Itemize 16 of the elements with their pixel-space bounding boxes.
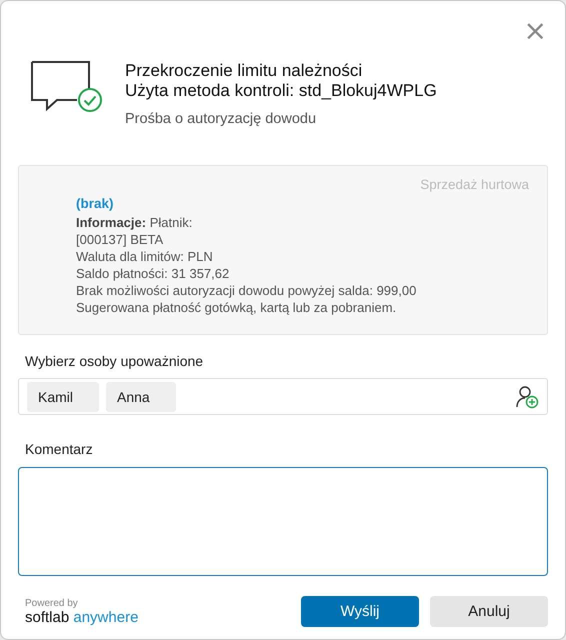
info-text: Informacje: Płatnik: [000137] BETA Waluta dla limitów: PLN Saldo płatności: 31 357,62 Brak możliwości autoryzacji dowodu powyżej salda: 999,00 Sugerowana płatność gotówką, kartą lub za pobraniem.: [76, 214, 418, 316]
powered-by-text: Powered by: [25, 598, 79, 608]
chat-check-icon: [31, 61, 103, 113]
person-chip[interactable]: Kamil: [27, 382, 100, 412]
dialog-subtitle: Prośba o autoryzację dowodu: [125, 111, 318, 127]
cancel-button[interactable]: Anuluj: [430, 596, 548, 627]
approvers-field[interactable]: Kamil Anna: [18, 378, 548, 415]
brand-logo: softlab anywhere: [25, 608, 138, 626]
add-person-icon[interactable]: [515, 384, 539, 408]
send-button[interactable]: Wyślij: [301, 596, 419, 627]
person-chip[interactable]: Anna: [106, 382, 176, 412]
dialog-title: Przekroczenie limitu należności Użyta metoda kontroli: std_Blokuj4WPLG: [125, 61, 437, 101]
comment-label: Komentarz: [25, 441, 94, 457]
category-label: Sprzedaż hurtowa: [420, 177, 529, 192]
comment-field[interactable]: [18, 467, 548, 576]
approvers-label: Wybierz osoby upoważnione: [25, 353, 204, 369]
